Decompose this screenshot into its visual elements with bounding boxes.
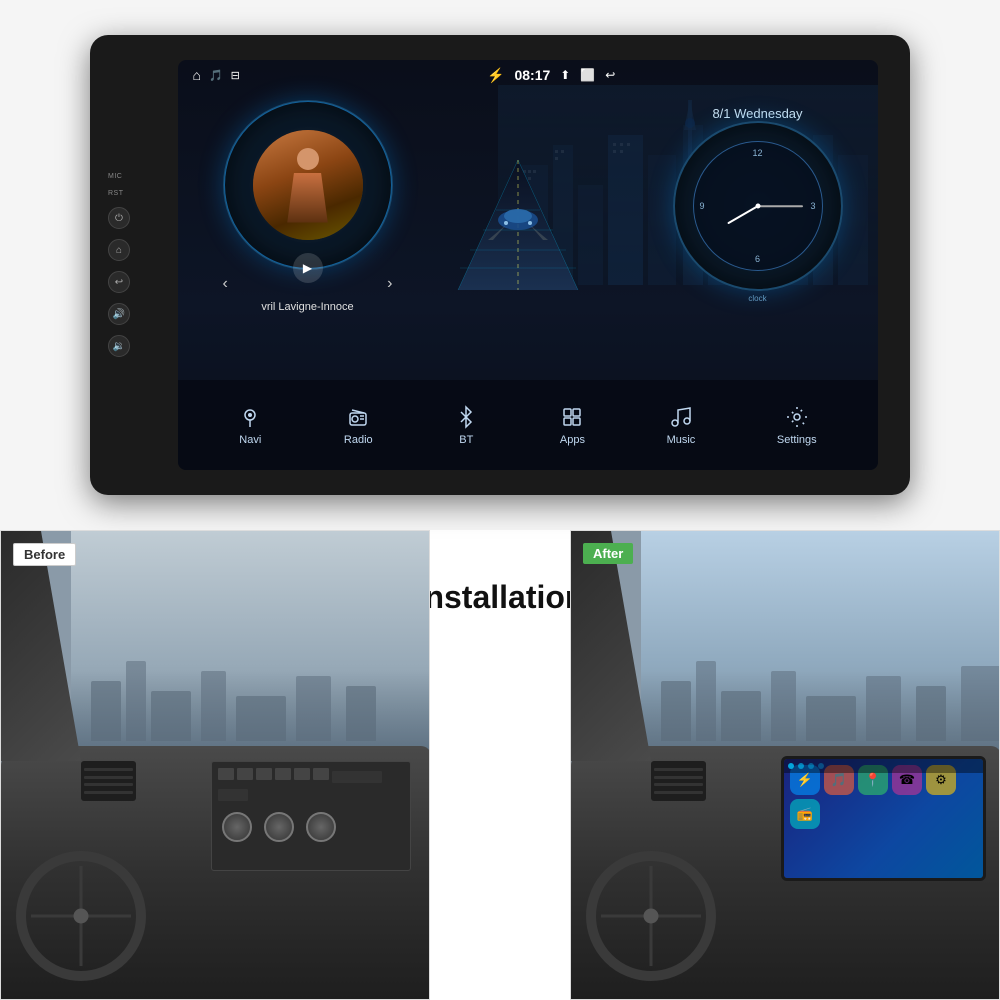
clock-12: 12: [752, 148, 762, 158]
apps-icon: [560, 405, 584, 429]
main-screen: ⌂ 🎵 ⊟ ⚡ 08:17 ⬆ ⬜ ↩: [178, 60, 878, 470]
navi-icon: [238, 405, 262, 429]
nav-item-apps[interactable]: Apps: [560, 405, 585, 446]
mic-label: MIC: [108, 173, 122, 180]
bottom-navigation: Navi Radio: [178, 380, 878, 470]
nav-item-bt[interactable]: BT: [454, 405, 478, 446]
time-display: 08:17: [514, 67, 550, 83]
nav-item-settings[interactable]: Settings: [777, 405, 817, 446]
music-label: Music: [667, 434, 696, 446]
nav-item-navi[interactable]: Navi: [238, 405, 262, 446]
radio-icon: [346, 405, 370, 429]
after-label: After: [583, 543, 633, 564]
clock-6: 6: [755, 254, 760, 264]
installation-title: Installation: [416, 560, 585, 615]
status-center: ⚡ 08:17 ⬆ ⬜ ↩: [487, 67, 615, 84]
before-panel: Before: [0, 530, 430, 1000]
home-button[interactable]: ⌂: [108, 239, 130, 261]
road-svg: [418, 110, 618, 310]
minute-hand: [758, 205, 803, 207]
screen-icon: ⊟: [231, 69, 240, 82]
before-label: Before: [13, 543, 76, 566]
vol-down-button[interactable]: 🔉: [108, 335, 130, 357]
back-icon: ↩: [605, 68, 615, 82]
window-icon: ⬜: [580, 68, 595, 82]
bt-icon: [454, 405, 478, 429]
bt-label: BT: [459, 434, 473, 446]
play-button[interactable]: ▶: [293, 253, 323, 283]
clock-center: [755, 204, 760, 209]
head-unit: MIC RST ⏻ ⌂ ↩ 🔊 🔉: [90, 35, 910, 495]
album-art: [253, 130, 363, 240]
vol-up-button[interactable]: 🔊: [108, 303, 130, 325]
settings-icon: [785, 405, 809, 429]
clock-label: clock: [658, 294, 858, 303]
music-icon: [669, 405, 693, 429]
road-animation: [418, 110, 638, 310]
prev-track-button[interactable]: ‹: [223, 275, 228, 293]
side-buttons: MIC RST ⏻ ⌂ ↩ 🔊 🔉: [108, 173, 130, 357]
clock-face: 12 3 6 9: [693, 141, 823, 271]
clock-outer: 12 3 6 9: [673, 121, 843, 291]
next-track-button[interactable]: ›: [387, 275, 392, 293]
nav-item-music[interactable]: Music: [667, 405, 696, 446]
power-button[interactable]: ⏻: [108, 207, 130, 229]
clock-3: 3: [810, 201, 815, 211]
music-player: ▶ ‹ › vril Lavigne-Innoce: [208, 100, 408, 330]
after-panel: After: [570, 530, 1000, 1000]
clock-9: 9: [700, 201, 705, 211]
top-section: MIC RST ⏻ ⌂ ↩ 🔊 🔉: [0, 0, 1000, 530]
hour-hand: [727, 205, 758, 224]
status-left: ⌂ 🎵 ⊟: [193, 67, 240, 83]
song-title: vril Lavigne-Innoce: [208, 301, 408, 313]
radio-label: Radio: [344, 434, 373, 446]
apps-label: Apps: [560, 434, 585, 446]
app-icon-6: 📻: [790, 799, 820, 829]
home-icon[interactable]: ⌂: [193, 67, 201, 83]
installation-area: Installation: [430, 530, 570, 1000]
bottom-section: Before: [0, 530, 1000, 1000]
navi-label: Navi: [239, 434, 261, 446]
settings-label: Settings: [777, 434, 817, 446]
back-button[interactable]: ↩: [108, 271, 130, 293]
nav-item-radio[interactable]: Radio: [344, 405, 373, 446]
date-text: 8/1 Wednesday: [658, 106, 858, 121]
bluetooth-icon: ⚡: [487, 67, 504, 84]
status-bar: ⌂ 🎵 ⊟ ⚡ 08:17 ⬆ ⬜ ↩: [178, 60, 878, 90]
album-art-inner: [253, 130, 363, 240]
media-icon: 🎵: [209, 69, 223, 82]
album-art-circle: ▶: [223, 100, 393, 270]
clock-display: 8/1 Wednesday 12 3 6 9: [658, 100, 858, 330]
signal-icon: ⬆: [560, 68, 570, 82]
rst-label: RST: [108, 190, 124, 197]
